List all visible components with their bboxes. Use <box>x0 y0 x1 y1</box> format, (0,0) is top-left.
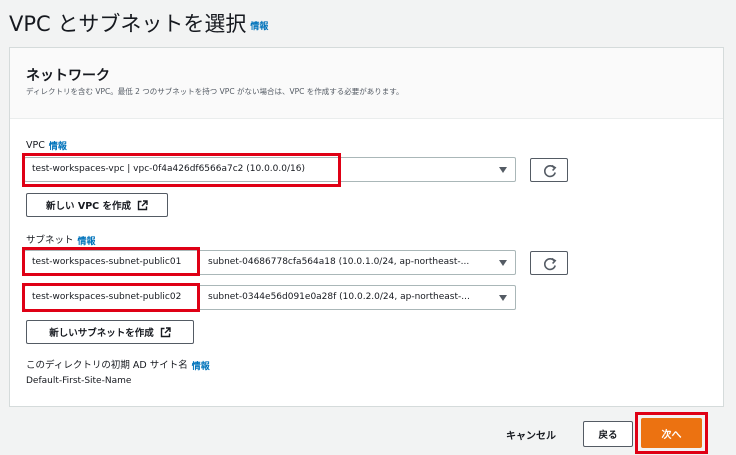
external-link-icon <box>160 326 171 337</box>
subnet-label: サブネット 情報 <box>26 232 96 247</box>
network-panel: ネットワーク ディレクトリを含む VPC。最低 2 つのサブネットを持つ VPC… <box>9 47 724 407</box>
subnet-2-detail: subnet-0344e56d091e0a28f (10.0.2.0/24, a… <box>208 292 470 302</box>
vpc-label-text: VPC <box>26 140 45 151</box>
subnet-2-name: test-workspaces-subnet-public02 <box>32 292 182 302</box>
cancel-button[interactable]: キャンセル <box>506 427 556 442</box>
vpc-select-value: test-workspaces-vpc | vpc-0f4a426df6566a… <box>32 164 305 174</box>
back-button-label: 戻る <box>598 430 618 441</box>
vpc-info-link[interactable]: 情報 <box>49 142 67 152</box>
subnet-select-1[interactable]: test-workspaces-subnet-public01 subnet-0… <box>24 250 516 275</box>
create-vpc-label: 新しい VPC を作成 <box>46 201 131 212</box>
page-title-info-link[interactable]: 情報 <box>250 22 268 32</box>
subnet-refresh-button[interactable] <box>530 251 568 275</box>
refresh-icon <box>544 164 557 178</box>
next-button-label: 次へ <box>661 429 682 441</box>
network-panel-header: ネットワーク ディレクトリを含む VPC。最低 2 つのサブネットを持つ VPC… <box>10 48 723 119</box>
page-title-text: VPC とサブネットを選択 <box>9 12 247 36</box>
subnet-info-link[interactable]: 情報 <box>78 237 96 247</box>
external-link-icon <box>137 199 148 210</box>
network-panel-description: ディレクトリを含む VPC。最低 2 つのサブネットを持つ VPC がない場合は… <box>26 87 404 96</box>
network-panel-title: ネットワーク <box>26 68 110 84</box>
vpc-select[interactable]: test-workspaces-vpc | vpc-0f4a426df6566a… <box>24 157 516 182</box>
ad-site-info-link[interactable]: 情報 <box>192 362 210 372</box>
subnet-1-name: test-workspaces-subnet-public01 <box>32 257 182 267</box>
ad-site-label: このディレクトリの初期 AD サイト名 情報 <box>26 357 210 372</box>
create-vpc-button[interactable]: 新しい VPC を作成 <box>26 193 168 217</box>
refresh-icon <box>544 257 557 271</box>
vpc-label: VPC 情報 <box>26 139 67 152</box>
subnet-label-text: サブネット <box>26 235 74 246</box>
caret-down-icon <box>499 167 507 173</box>
ad-site-value: Default-First-Site-Name <box>26 376 132 386</box>
back-button[interactable]: 戻る <box>583 421 633 447</box>
create-subnet-label: 新しいサブネットを作成 <box>49 328 154 339</box>
subnet-select-2[interactable]: test-workspaces-subnet-public02 subnet-0… <box>24 285 516 310</box>
next-button[interactable]: 次へ <box>641 418 702 448</box>
subnet-1-detail: subnet-04686778cfa564a18 (10.0.1.0/24, a… <box>208 257 470 267</box>
page-title: VPC とサブネットを選択 情報 <box>9 8 268 38</box>
ad-site-label-text: このディレクトリの初期 AD サイト名 <box>26 360 188 371</box>
vpc-refresh-button[interactable] <box>530 158 568 182</box>
create-subnet-button[interactable]: 新しいサブネットを作成 <box>26 320 194 344</box>
caret-down-icon <box>499 295 507 301</box>
caret-down-icon <box>499 260 507 266</box>
